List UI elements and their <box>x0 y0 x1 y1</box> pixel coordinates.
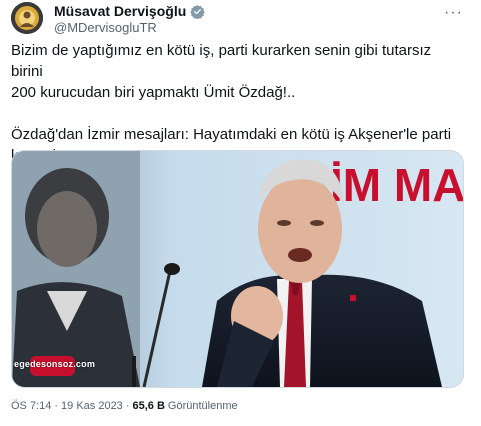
tweet-text-line: Bizim de yaptığımız en kötü iş, parti ku… <box>11 42 432 80</box>
tweet-date[interactable]: 19 Kas 2023 <box>61 400 123 412</box>
views-label: Görüntülenme <box>167 400 238 412</box>
avatar[interactable] <box>11 2 43 34</box>
author-display-name[interactable]: Müsavat Dervişoğlu <box>54 3 186 19</box>
views-count: 65,6 B <box>132 400 165 412</box>
tweet-media-photo[interactable]: İM MA <box>11 150 464 388</box>
author-name-row: Müsavat Dervişoğlu <box>54 3 206 19</box>
verified-badge-icon <box>190 4 206 19</box>
media-watermark: egedesonsoz.com <box>14 359 96 369</box>
tweet-text-line: Özdağ'dan İzmir mesajları: Hayatımdaki e… <box>11 126 452 143</box>
more-options-icon[interactable]: ··· <box>444 4 463 22</box>
tweet: Müsavat Dervişoğlu @MDervisogluTR ··· Bi… <box>0 0 481 426</box>
author-handle[interactable]: @MDervisogluTR <box>54 20 157 35</box>
backdrop-banner-text: İM MA <box>330 159 463 211</box>
tweet-text: Bizim de yaptığımız en kötü iş, parti ku… <box>11 40 466 166</box>
tweet-text-line: 200 kurucudan biri yapmaktı Ümit Özdağ!.… <box>11 84 296 101</box>
tweet-meta: ÖS 7:14 · 19 Kas 2023 · 65,6 B Görüntüle… <box>11 400 238 412</box>
tweet-time[interactable]: ÖS 7:14 <box>11 400 51 412</box>
meta-separator: · <box>54 400 59 412</box>
meta-separator: · <box>125 400 130 412</box>
